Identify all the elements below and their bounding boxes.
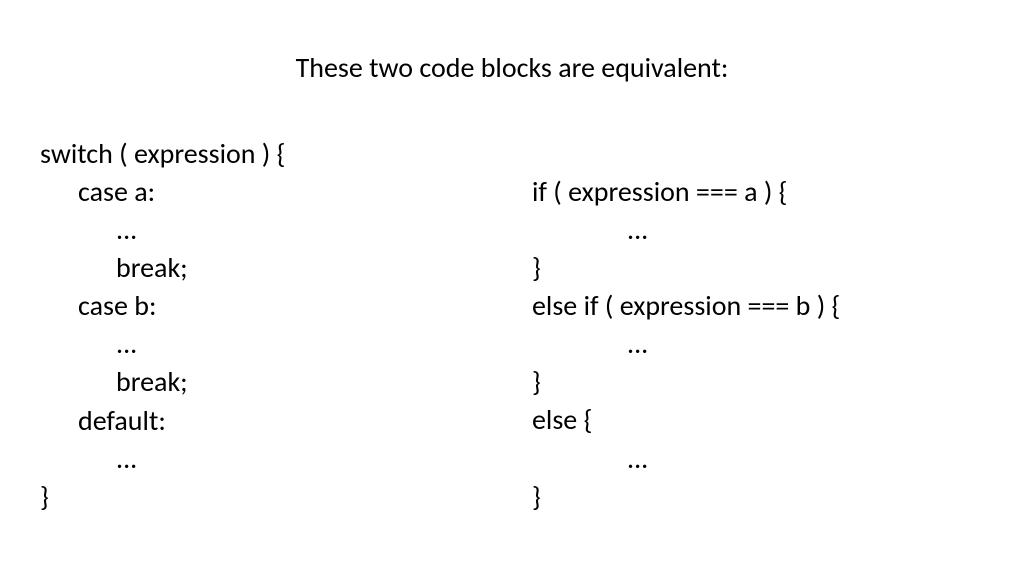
code-line: } [40, 478, 492, 516]
code-line: if ( expression === a ) { [532, 173, 984, 211]
code-line: break; [40, 363, 492, 401]
code-line: else if ( expression === b ) { [532, 287, 984, 325]
code-line: ... [40, 211, 492, 249]
code-line: break; [40, 249, 492, 287]
code-line: } [532, 249, 984, 287]
code-line: ... [40, 440, 492, 478]
code-line: switch ( expression ) { [40, 135, 492, 173]
code-line: } [532, 478, 984, 516]
ifelse-code-block: if ( expression === a ) { ... } else if … [532, 135, 984, 516]
code-line: else { [532, 401, 984, 439]
switch-code-block: switch ( expression ) { case a: ... brea… [40, 135, 492, 516]
code-line: ... [532, 325, 984, 363]
code-line: ... [40, 325, 492, 363]
code-line: ... [532, 440, 984, 478]
slide-title: These two code blocks are equivalent: [40, 50, 984, 85]
code-line: case b: [40, 287, 492, 325]
code-line: default: [40, 402, 492, 440]
code-line: case a: [40, 173, 492, 211]
code-columns: switch ( expression ) { case a: ... brea… [40, 135, 984, 516]
code-line: } [532, 363, 984, 401]
code-line: ... [532, 211, 984, 249]
